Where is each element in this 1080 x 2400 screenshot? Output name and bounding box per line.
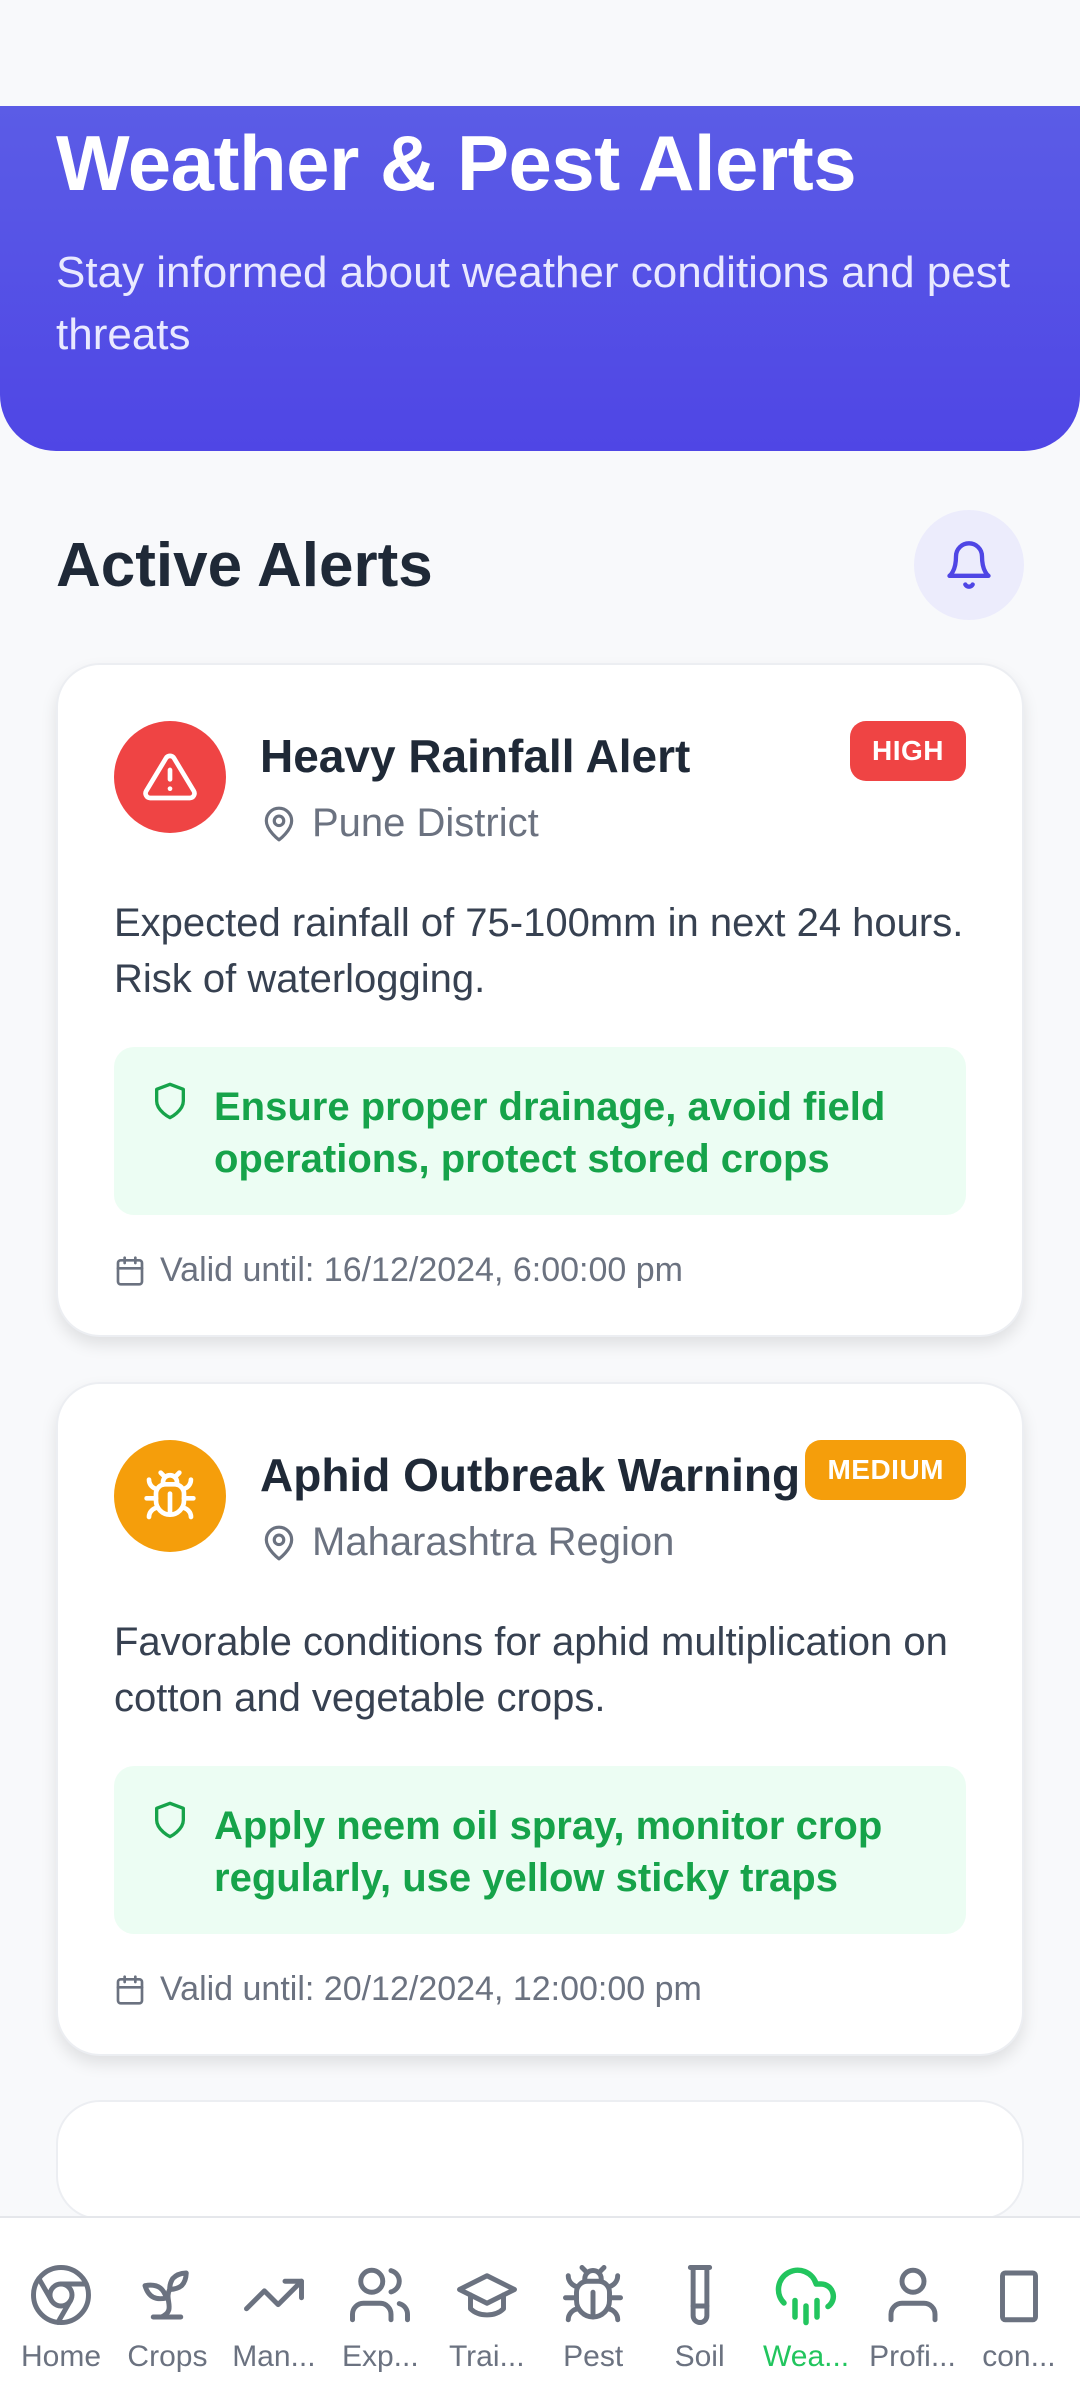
map-pin-icon: [264, 1525, 294, 1560]
trend-icon: [243, 2278, 304, 2312]
alert-title: Heavy Rainfall Alert: [260, 730, 691, 782]
nav-label: Profi...: [869, 2340, 956, 2373]
nav-label: Man...: [232, 2340, 316, 2373]
valid-until: Valid until: 16/12/2024, 6:00:00 pm: [114, 1251, 966, 1290]
map-pin-icon: [264, 806, 294, 841]
nav-label: Home: [20, 2340, 102, 2373]
nav-label: Pest: [563, 2340, 624, 2373]
header-banner: Weather & Pest Alerts Stay informed abou…: [0, 106, 1080, 451]
nav-label: Crops: [127, 2340, 208, 2373]
phone-icon: [999, 2270, 1038, 2323]
nav-label: Soil: [674, 2340, 725, 2373]
test-tube-icon: [687, 2265, 712, 2325]
users-icon: [350, 2267, 411, 2323]
valid-until: Valid until: 20/12/2024, 12:00:00 pm: [114, 1970, 966, 2009]
nav-item-market[interactable]: Man...: [221, 2218, 327, 2400]
nav-label: Exp...: [341, 2340, 419, 2373]
advice-box: Ensure proper drainage, avoid field oper…: [114, 1047, 966, 1215]
status-bar-area: [0, 0, 1080, 106]
location-label: Pune District: [312, 801, 539, 845]
advice-text: Apply neem oil spray, monitor crop regul…: [214, 1804, 883, 1900]
alert-card-partial[interactable]: [56, 2100, 1024, 2220]
nav-item-experts[interactable]: Exp...: [327, 2218, 433, 2400]
severity-badge: MEDIUM: [805, 1440, 966, 1500]
cloud-rain-icon: [775, 2267, 837, 2326]
calendar-icon: [116, 1974, 144, 2005]
valid-until-text: Valid until: 16/12/2024, 6:00:00 pm: [160, 1251, 683, 1289]
calendar-icon: [116, 1255, 144, 1286]
nav-label: con...: [982, 2340, 1056, 2373]
nav-label: Trai...: [448, 2340, 525, 2373]
shield-icon: [155, 1801, 185, 1839]
valid-until-text: Valid until: 20/12/2024, 12:00:00 pm: [160, 1970, 702, 2008]
section-title: Active Alerts: [56, 530, 433, 600]
alert-description: Favorable conditions for aphid multiplic…: [114, 1620, 948, 1720]
notifications-button[interactable]: [914, 510, 1024, 620]
bell-icon: [947, 541, 991, 589]
page-subtitle: Stay informed about weather conditions a…: [56, 248, 1010, 359]
alert-card[interactable]: Heavy Rainfall Alert Pune District HIGH …: [56, 663, 1024, 1337]
nav-item-weather[interactable]: Wea...: [753, 2218, 859, 2400]
warning-icon: [143, 753, 197, 801]
nav-item-profile[interactable]: Profi...: [860, 2218, 966, 2400]
alert-type-icon: [114, 721, 226, 833]
alert-location: Pune District: [260, 801, 539, 846]
nav-item-pest[interactable]: Pest: [540, 2218, 646, 2400]
alert-type-icon: [114, 1440, 226, 1552]
severity-badge: HIGH: [850, 721, 966, 781]
nav-item-soil[interactable]: Soil: [647, 2218, 753, 2400]
nav-item-home[interactable]: Home: [8, 2218, 114, 2400]
chrome-icon: [31, 2265, 91, 2325]
nav-item-training[interactable]: Trai...: [434, 2218, 540, 2400]
page-title: Weather & Pest Alerts: [56, 119, 857, 207]
alert-location: Maharashtra Region: [260, 1520, 674, 1565]
nav-item-crops[interactable]: Crops: [114, 2218, 220, 2400]
alert-card[interactable]: Aphid Outbreak Warning Maharashtra Regio…: [56, 1382, 1024, 2056]
location-label: Maharashtra Region: [312, 1520, 675, 1564]
sprout-icon: [142, 2270, 190, 2320]
alert-description: Expected rainfall of 75-100mm in next 24…: [114, 901, 964, 1001]
bug-icon: [144, 1470, 196, 1520]
nav-item-contact[interactable]: con...: [966, 2218, 1072, 2400]
bottom-navigation: Home Crops Man... Exp... Trai... Pest So…: [0, 2216, 1080, 2400]
user-icon: [888, 2267, 937, 2323]
nav-label: Wea...: [762, 2340, 850, 2373]
alerts-section-header: Active Alerts: [56, 505, 1024, 625]
alert-title: Aphid Outbreak Warning: [260, 1449, 801, 1501]
advice-text: Ensure proper drainage, avoid field oper…: [214, 1085, 886, 1181]
shield-icon: [155, 1082, 185, 1120]
graduation-cap-icon: [456, 2273, 517, 2318]
bug-icon: [563, 2265, 624, 2323]
advice-box: Apply neem oil spray, monitor crop regul…: [114, 1766, 966, 1934]
